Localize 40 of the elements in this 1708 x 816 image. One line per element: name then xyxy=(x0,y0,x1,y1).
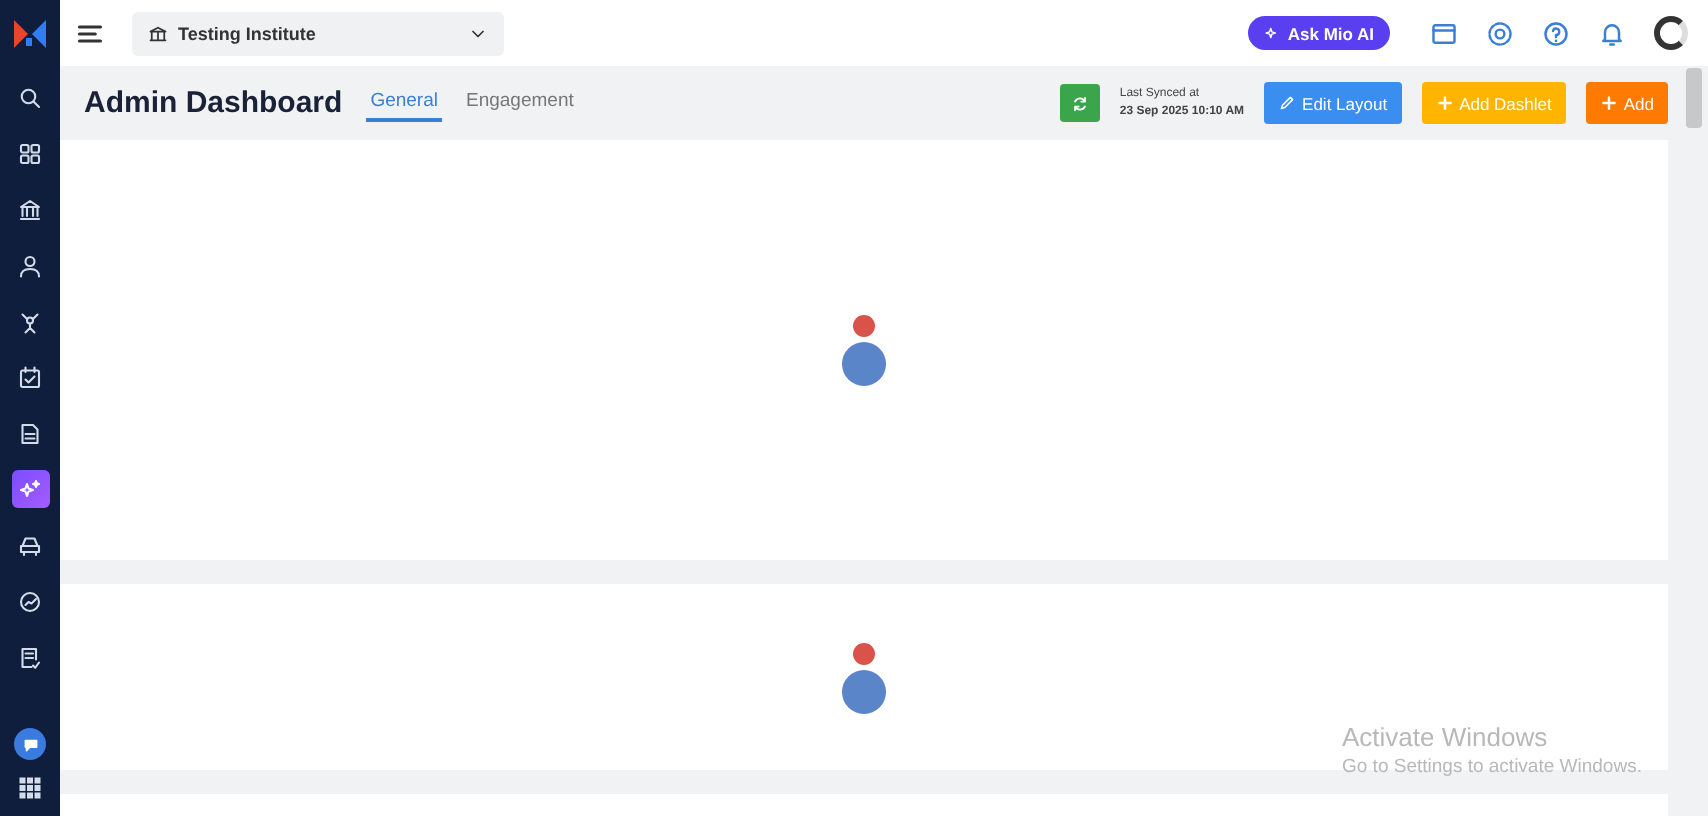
sync-button[interactable] xyxy=(1059,84,1100,122)
bank-icon[interactable] xyxy=(18,197,42,221)
network-icon[interactable] xyxy=(18,309,42,333)
calendar-check-icon[interactable] xyxy=(18,365,42,389)
apps-grid-icon[interactable] xyxy=(18,776,42,800)
tab[interactable]: General xyxy=(366,84,442,122)
chart-circle-icon[interactable] xyxy=(18,589,42,613)
sparkle-icon[interactable] xyxy=(1263,24,1282,42)
document-icon[interactable] xyxy=(18,421,42,445)
car-icon[interactable] xyxy=(18,533,42,557)
pencil-icon[interactable] xyxy=(1278,94,1297,112)
help-icon[interactable] xyxy=(1542,19,1570,47)
menu-icon[interactable] xyxy=(76,19,104,47)
add-button[interactable]: Add xyxy=(1585,82,1668,124)
bell-icon[interactable] xyxy=(1598,19,1626,47)
tab[interactable]: Engagement xyxy=(462,84,578,122)
building-icon[interactable] xyxy=(148,23,168,43)
search-icon[interactable] xyxy=(18,85,42,109)
sidebar-item[interactable] xyxy=(11,470,49,508)
edit-layout-button[interactable]: Edit Layout xyxy=(1264,82,1402,124)
chat-icon[interactable] xyxy=(21,735,39,753)
sparkle-icon[interactable] xyxy=(18,477,42,501)
institute-dropdown[interactable]: Testing Institute xyxy=(132,11,504,55)
avatar[interactable] xyxy=(1654,16,1688,50)
grid-icon[interactable] xyxy=(18,141,42,165)
refresh-icon[interactable] xyxy=(1069,93,1090,113)
activation-text: Go to Settings to activate Windows. xyxy=(1342,756,1642,778)
card-icon[interactable] xyxy=(1430,19,1458,47)
ask-ai-button[interactable]: Ask Mio AI xyxy=(1247,16,1390,50)
settings-icon[interactable] xyxy=(1486,19,1514,47)
chat-button[interactable] xyxy=(14,728,46,760)
logo-icon[interactable] xyxy=(12,17,48,49)
person-icon[interactable] xyxy=(18,253,42,277)
checklist-icon[interactable] xyxy=(18,645,42,669)
page-title: Admin Dashboard xyxy=(84,86,343,120)
loading-spinner-icon xyxy=(840,641,888,713)
loading-spinner-icon xyxy=(840,314,888,386)
scrollbar-thumb[interactable] xyxy=(1686,68,1702,128)
plus-icon[interactable] xyxy=(1599,94,1618,112)
activation-title: Activate Windows xyxy=(1342,722,1550,752)
